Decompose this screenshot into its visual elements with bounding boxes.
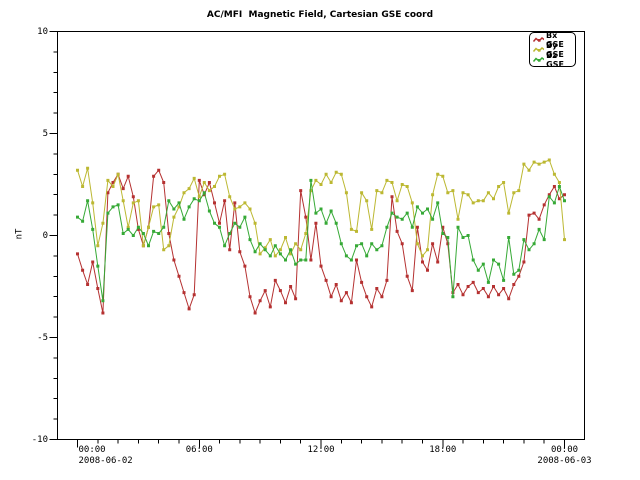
- x-tick-date-label: 2008-06-03: [535, 456, 595, 466]
- chart-page: AC/MFI Magnetic Field, Cartesian GSE coo…: [0, 0, 640, 480]
- y-tick-label: 5: [18, 129, 48, 139]
- y-tick-label: -10: [18, 435, 48, 445]
- legend-label-bz: Bz GSE: [546, 51, 573, 69]
- legend-item-bz: Bz GSE: [533, 55, 573, 64]
- bx-line-marker-icon: [533, 36, 544, 44]
- bz-line-marker-icon: [533, 56, 544, 64]
- x-tick-date-label: 2008-06-02: [79, 456, 149, 466]
- x-tick-label: 12:00: [291, 445, 351, 455]
- y-tick-label: 10: [18, 27, 48, 37]
- x-tick-label: 00:00: [79, 445, 149, 455]
- x-tick-label: 18:00: [413, 445, 473, 455]
- plot-canvas: [0, 0, 640, 480]
- legend: Bx GSE By GSE Bz GSE: [529, 32, 576, 67]
- by-line-marker-icon: [533, 46, 544, 54]
- y-tick-label: 0: [18, 231, 48, 241]
- y-tick-label: -5: [18, 333, 48, 343]
- x-tick-label: 06:00: [169, 445, 229, 455]
- x-tick-label: 00:00: [535, 445, 595, 455]
